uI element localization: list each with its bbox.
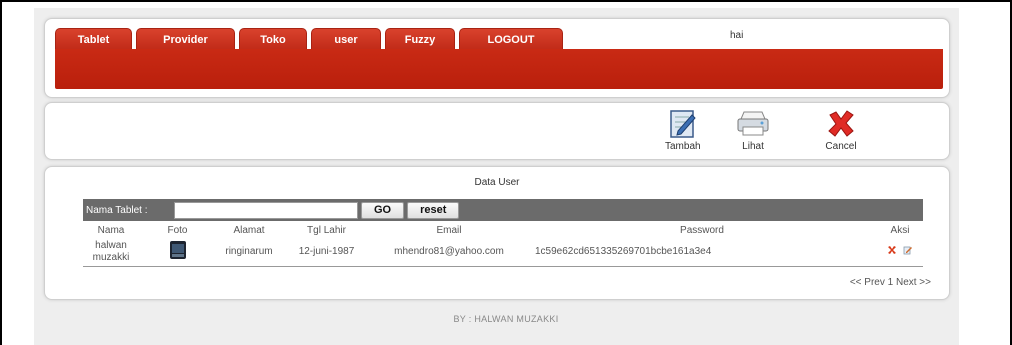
col-alamat: Alamat [233, 224, 265, 236]
tab-user[interactable]: user [311, 28, 381, 50]
edit-icon[interactable] [903, 245, 913, 255]
greeting: hai [730, 30, 744, 41]
actions-panel: Tambah Lihat Cancel [44, 102, 950, 160]
search-input[interactable] [174, 201, 358, 219]
tab-logout[interactable]: LOGOUT [459, 28, 563, 50]
table-header: Nama Foto Alamat Tgl Lahir Email Passwor… [83, 223, 923, 237]
col-foto: Foto [167, 224, 188, 236]
cancel-label: Cancel [825, 141, 857, 152]
col-password: Password [680, 224, 724, 236]
x-cross-icon [828, 110, 854, 137]
tambah-button[interactable]: Tambah [665, 109, 701, 152]
col-nama: Nama [97, 224, 125, 236]
cell-nama: halwan muzakki [92, 239, 130, 263]
user-photo [169, 241, 186, 259]
lihat-button[interactable]: Lihat [735, 109, 771, 152]
col-tgl-lahir: Tgl Lahir [307, 224, 346, 236]
tab-toko[interactable]: Toko [239, 28, 307, 50]
col-aksi: Aksi [890, 224, 910, 236]
printer-icon [737, 111, 769, 136]
lihat-label: Lihat [742, 141, 764, 152]
cancel-button[interactable]: Cancel [825, 109, 857, 152]
data-title: Data User [474, 177, 520, 188]
tab-tablet[interactable]: Tablet [55, 28, 132, 50]
edit-note-icon [670, 110, 696, 138]
data-panel: Data User Nama Tablet : GO reset Nama Fo… [44, 166, 950, 300]
tab-provider[interactable]: Provider [136, 28, 235, 50]
search-bar: Nama Tablet : GO reset [83, 199, 923, 221]
cell-email: mhendro81@yahoo.com [394, 246, 504, 257]
col-email: Email [436, 224, 462, 236]
go-button[interactable]: GO [361, 201, 405, 219]
cell-tgl-lahir: 12-juni-1987 [298, 246, 355, 257]
footer: BY : HALWAN MUZAKKI [453, 314, 559, 324]
pagination[interactable]: << Prev 1 Next >> [850, 277, 931, 288]
table-row: halwan muzakki ringinarum 12-juni-1987 m… [83, 237, 923, 267]
search-label: Nama Tablet : [86, 204, 148, 216]
nav-tabs: Tablet Provider Toko user Fuzzy LOGOUT [55, 28, 567, 50]
tab-fuzzy[interactable]: Fuzzy [385, 28, 455, 50]
cell-password: 1c59e62cd651335269701bcbe161a3e4 [535, 246, 712, 257]
tambah-label: Tambah [665, 141, 701, 152]
user-table: Nama Foto Alamat Tgl Lahir Email Passwor… [83, 223, 923, 267]
cell-alamat: ringinarum [225, 246, 273, 257]
cell-aksi [877, 245, 923, 258]
nav-panel: Tablet Provider Toko user Fuzzy LOGOUT h… [44, 18, 950, 98]
delete-icon[interactable] [887, 245, 897, 255]
reset-button[interactable]: reset [407, 201, 460, 219]
header-bar [55, 49, 943, 89]
cell-foto [139, 240, 216, 263]
